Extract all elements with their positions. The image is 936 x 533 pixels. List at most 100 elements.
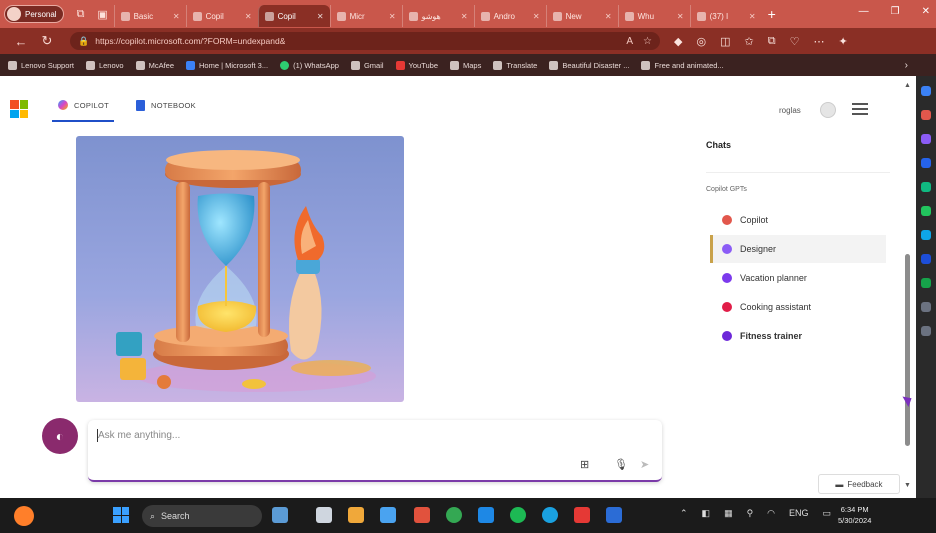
tray-app-icon[interactable]: ▦ (724, 508, 733, 519)
language-indicator[interactable]: ENG (789, 508, 809, 519)
close-tab-icon[interactable]: ✕ (749, 12, 756, 21)
lock-icon[interactable]: 🔒 (78, 36, 89, 47)
browser-tab[interactable]: New ✕ (545, 5, 618, 27)
location-icon[interactable]: ⚲ (747, 508, 754, 519)
close-tab-icon[interactable]: ✕ (677, 12, 684, 21)
minimize-icon[interactable]: — (859, 6, 869, 17)
office-sidebar-icon[interactable] (921, 158, 931, 168)
user-name[interactable]: roglas (779, 106, 801, 115)
app-icon[interactable] (606, 507, 622, 523)
app-icon[interactable] (574, 507, 590, 523)
close-tab-icon[interactable]: ✕ (173, 12, 180, 21)
bing-sidebar-icon[interactable] (921, 278, 931, 288)
tray-app-icon[interactable]: ◧ (702, 508, 711, 519)
copilot-avatar[interactable]: ◐ (42, 418, 78, 454)
outlook-sidebar-icon[interactable] (921, 182, 931, 192)
favorite-star-icon[interactable]: ☆ (643, 36, 652, 47)
clock[interactable]: 6:34 PM 5/30/2024 (838, 504, 871, 526)
scroll-down-icon[interactable]: ▼ (904, 482, 911, 489)
store-icon[interactable] (380, 507, 396, 523)
refresh-icon[interactable]: ↻ (34, 33, 60, 49)
spotify-icon[interactable] (510, 507, 526, 523)
favorites-icon[interactable]: ✩ (744, 35, 753, 48)
app-icon[interactable] (478, 507, 494, 523)
gpt-item-cooking-assistant[interactable]: Cooking assistant (710, 293, 886, 321)
task-view-icon[interactable] (272, 507, 288, 523)
browser-essentials-icon[interactable]: ♡ (790, 35, 800, 48)
split-screen-icon[interactable]: ◫ (720, 35, 730, 48)
browser-tab[interactable]: Copil ✕ (185, 5, 258, 27)
chat-composer[interactable]: Ask me anything... ⊞ 🎙 ➤ (88, 420, 662, 482)
tab-copilot[interactable]: COPILOT (58, 100, 109, 110)
gpt-item-fitness-trainer[interactable]: Fitness trainer (710, 322, 886, 350)
favorite-item[interactable]: McAfee (135, 60, 174, 70)
favorite-item[interactable]: Maps (450, 60, 481, 70)
workspaces-icon[interactable]: ⧉ (70, 0, 92, 28)
favorite-item[interactable]: YouTube (395, 60, 438, 70)
extension-icon[interactable]: ◆ (674, 35, 682, 48)
start-button[interactable] (113, 507, 129, 523)
back-icon[interactable]: ← (8, 34, 34, 49)
browser-tab[interactable]: Andro ✕ (473, 5, 546, 27)
favorite-item[interactable]: Home | Microsoft 3... (186, 60, 268, 70)
tools-sidebar-icon[interactable] (921, 110, 931, 120)
image-upload-icon[interactable]: ⊞ (580, 458, 589, 471)
taskbar-search[interactable]: ⌕ Search (142, 505, 262, 527)
close-window-icon[interactable]: ✕ (922, 6, 930, 17)
favorite-item[interactable]: Beautiful Disaster ... (549, 60, 629, 70)
favorite-item[interactable]: (1) WhatsApp (280, 60, 339, 70)
gpt-item-designer[interactable]: Designer (710, 235, 886, 263)
profile-button[interactable]: Personal (4, 5, 64, 23)
scroll-up-icon[interactable]: ▲ (904, 82, 911, 89)
more-menu-icon[interactable]: ⋯ (813, 35, 824, 48)
browser-tab[interactable]: هوشو ✕ (401, 5, 474, 27)
weather-widget-icon[interactable] (14, 506, 34, 526)
more-favorites-icon[interactable]: › (905, 60, 908, 71)
games-sidebar-icon[interactable] (921, 134, 931, 144)
microphone-icon[interactable]: 🎙 (614, 458, 628, 471)
wifi-icon[interactable]: ◠ (767, 508, 775, 519)
feedback-button[interactable]: ▬ Feedback (818, 474, 900, 494)
close-tab-icon[interactable]: ✕ (533, 12, 540, 21)
copilot-sidebar-icon[interactable]: ✦ (838, 35, 847, 48)
drop-sidebar-icon[interactable] (921, 206, 931, 216)
restore-icon[interactable]: ❐ (891, 6, 900, 17)
gpt-item-copilot[interactable]: Copilot (710, 206, 886, 234)
close-tab-icon[interactable]: ✕ (389, 12, 396, 21)
gpt-item-vacation-planner[interactable]: Vacation planner (710, 264, 886, 292)
facebook-sidebar-icon[interactable] (921, 254, 931, 264)
favorite-item[interactable]: Lenovo Support (8, 60, 74, 70)
close-tab-icon[interactable]: ✕ (245, 12, 252, 21)
scrollbar-thumb[interactable] (905, 254, 910, 446)
chat-app-icon[interactable] (316, 507, 332, 523)
address-bar[interactable]: 🔒 https://copilot.microsoft.com/?FORM=un… (70, 32, 660, 50)
settings-sidebar-icon[interactable] (921, 326, 931, 336)
tab-actions-icon[interactable]: ▣ (92, 0, 114, 28)
close-tab-icon[interactable]: ✕ (605, 12, 612, 21)
avatar[interactable] (820, 102, 836, 118)
favorite-item[interactable]: Free and animated... (641, 60, 724, 70)
favorite-item[interactable]: Translate (493, 60, 537, 70)
menu-icon[interactable] (852, 103, 868, 115)
favorite-item[interactable]: Lenovo (85, 60, 124, 70)
app-icon[interactable] (414, 507, 430, 523)
new-tab-icon[interactable]: + (768, 6, 776, 22)
teams-sidebar-icon[interactable] (921, 230, 931, 240)
read-aloud-icon[interactable]: A (626, 36, 633, 47)
add-sidebar-icon[interactable] (921, 302, 931, 312)
collections-icon[interactable]: ⧉ (768, 35, 776, 48)
tab-notebook[interactable]: NOTEBOOK (136, 100, 196, 111)
chrome-icon[interactable] (446, 507, 462, 523)
browser-tab-active[interactable]: Copil ✕ (257, 5, 330, 27)
microsoft-logo[interactable] (10, 100, 28, 118)
file-explorer-icon[interactable] (348, 507, 364, 523)
battery-icon[interactable]: ▭ (823, 508, 832, 519)
search-sidebar-icon[interactable] (921, 86, 931, 96)
browser-tab[interactable]: Whu ✕ (617, 5, 690, 27)
generated-image[interactable] (76, 136, 404, 402)
show-hidden-icons-icon[interactable]: ⌃ (680, 508, 688, 519)
browser-tab[interactable]: Basic ✕ (113, 5, 186, 27)
send-icon[interactable]: ➤ (640, 458, 649, 471)
browser-tab[interactable]: Micr ✕ (329, 5, 402, 27)
close-tab-icon[interactable]: ✕ (461, 12, 468, 21)
